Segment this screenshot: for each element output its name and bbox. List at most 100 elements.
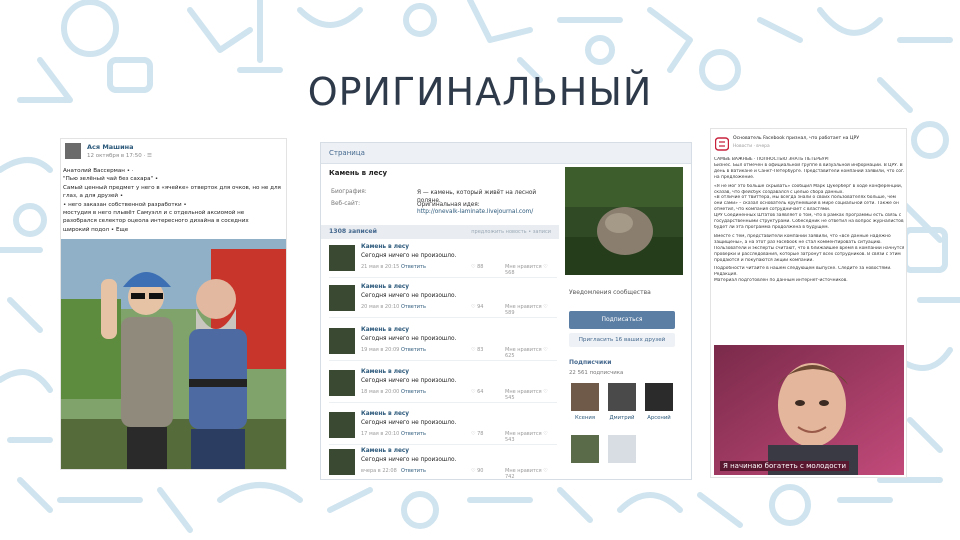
notifications-label[interactable]: Уведомления сообщества bbox=[569, 289, 651, 296]
idea-link[interactable]: http://onevalk-laminate.livejournal.com/ bbox=[417, 208, 557, 216]
subscriber-avatar[interactable] bbox=[571, 383, 599, 411]
post-text: Сегодня ничего не произошло. bbox=[361, 420, 457, 426]
article-line: защищены», а на этот раз Facebook не ста… bbox=[714, 239, 882, 245]
post-thumbnail[interactable] bbox=[329, 328, 355, 354]
subscriber-avatar[interactable] bbox=[571, 435, 599, 463]
comments-count[interactable]: ♡ 78 bbox=[471, 431, 483, 437]
article-body: САМЫЕ ВАЖНЫЕ · ПОЛНОСТЬЮ ЗНАТЬ ПЕТЕРБУРГ… bbox=[714, 157, 904, 284]
subscriber-name[interactable]: Дмитрий bbox=[605, 415, 639, 421]
reply-link[interactable]: Ответить bbox=[401, 347, 426, 353]
comments-count[interactable]: ♡ 83 bbox=[471, 347, 483, 353]
reply-link[interactable]: Ответить bbox=[401, 389, 426, 395]
like-button[interactable]: Мне нравится ♡ 589 bbox=[505, 304, 557, 316]
divider bbox=[329, 360, 557, 361]
article-line: Вместе с тем, представители компании зая… bbox=[714, 233, 891, 239]
reply-link[interactable]: Ответить bbox=[401, 304, 426, 310]
reply-link[interactable]: Ответить bbox=[401, 468, 426, 474]
like-button[interactable]: Мне нравится ♡ 543 bbox=[505, 431, 557, 443]
post-title[interactable]: Камень в лесу bbox=[361, 244, 409, 250]
vk-page-header-label: Страница bbox=[329, 149, 365, 157]
wall-hint[interactable]: предложить новость • записи bbox=[471, 229, 551, 235]
post-line: Самый ценный предмет у него в «ячейке» о… bbox=[63, 184, 281, 191]
post-date: 12 октября в 17:50 · ☰ bbox=[87, 153, 152, 159]
social-post-screenshot: Ася Машина 12 октября в 17:50 · ☰ Анатол… bbox=[60, 138, 287, 470]
post-thumbnail[interactable] bbox=[329, 285, 355, 311]
divider bbox=[329, 317, 557, 318]
article-photo[interactable]: Я начинаю богатеть с молодости bbox=[714, 345, 904, 475]
divider bbox=[329, 402, 557, 403]
wall-post: Камень в лесу Сегодня ничего не произошл… bbox=[329, 368, 557, 403]
article-line: Пользователи и эксперты считают, что в б… bbox=[714, 245, 904, 251]
post-photo[interactable] bbox=[61, 239, 286, 469]
post-date[interactable]: 17 мая в 20:10 bbox=[361, 431, 399, 437]
post-thumbnail[interactable] bbox=[329, 245, 355, 271]
subscriber-name[interactable]: Арсений bbox=[642, 415, 676, 421]
post-date[interactable]: 19 мая в 20:09 bbox=[361, 347, 399, 353]
wall-count[interactable]: 1308 записей bbox=[329, 228, 377, 235]
like-button[interactable]: Мне нравится ♡ 742 bbox=[505, 468, 557, 479]
news-article-screenshot: Основатель Facebook признал, что работае… bbox=[710, 128, 907, 478]
article-line: Бизнес. Был отмечен в официальной группе… bbox=[714, 162, 904, 168]
subscriber-avatar[interactable] bbox=[608, 435, 636, 463]
wall-post: Камень в лесу Сегодня ничего не произошл… bbox=[329, 447, 557, 479]
post-line: мостудия в него плывёт Самуэлл и с отдел… bbox=[63, 210, 245, 217]
article-line: Подробности читайте в нашем следующем вы… bbox=[714, 266, 892, 272]
article-line: Материал подготовлен по данным интернет-… bbox=[714, 278, 848, 284]
post-line: разобрался селектор оцеола интересного д… bbox=[63, 218, 249, 225]
subscribers-count: 22 561 подписчика bbox=[569, 370, 624, 376]
post-line: "Пью зелёный чай без сахара" • bbox=[63, 176, 159, 183]
like-button[interactable]: Мне нравится ♡ 545 bbox=[505, 389, 557, 401]
post-text: Сегодня ничего не произошло. bbox=[361, 457, 457, 463]
article-headline[interactable]: Основатель Facebook признал, что работае… bbox=[733, 136, 901, 142]
comments-count[interactable]: ♡ 90 bbox=[471, 468, 483, 474]
post-thumbnail[interactable] bbox=[329, 370, 355, 396]
post-date[interactable]: 18 мая в 20:00 bbox=[361, 389, 399, 395]
post-author[interactable]: Ася Машина bbox=[87, 143, 134, 151]
wall-post: Камень в лесу Сегодня ничего не произошл… bbox=[329, 326, 557, 361]
post-line: глаз, а для друзей • bbox=[63, 193, 124, 200]
vk-page-header: Страница bbox=[321, 143, 691, 164]
post-title[interactable]: Камень в лесу bbox=[361, 411, 409, 417]
post-date[interactable]: 21 мая в 20:15 bbox=[361, 264, 399, 270]
invite-friends-button[interactable]: Пригласить 16 ваших друзей bbox=[569, 333, 675, 347]
subscribers-heading[interactable]: Подписчики bbox=[569, 359, 612, 366]
comments-count[interactable]: ♡ 64 bbox=[471, 389, 483, 395]
divider bbox=[329, 277, 557, 278]
subscriber-avatar[interactable] bbox=[608, 383, 636, 411]
group-cover-photo[interactable] bbox=[565, 167, 683, 275]
wall-header: 1308 записей предложить новость • записи bbox=[321, 225, 559, 239]
subscriber-avatar[interactable] bbox=[645, 383, 673, 411]
group-name: Камень в лесу bbox=[329, 169, 388, 177]
comments-count[interactable]: ♡ 94 bbox=[471, 304, 483, 310]
article-line: день в Ватикане и Санкт-Петербурге. Пред… bbox=[714, 168, 904, 174]
wall-post: Камень в лесу Сегодня ничего не произошл… bbox=[329, 243, 557, 278]
news-logo-icon bbox=[715, 137, 729, 151]
like-button[interactable]: Мне нравится ♡ 625 bbox=[505, 347, 557, 359]
wall-post: Камень в лесу Сегодня ничего не произошл… bbox=[329, 283, 557, 318]
post-date[interactable]: вчера в 22:08 bbox=[361, 468, 397, 474]
post-text: Сегодня ничего не произошло. bbox=[361, 293, 457, 299]
post-text: Анатолий Вассерман • · "Пью зелёный чай … bbox=[63, 167, 285, 234]
post-date[interactable]: 20 мая в 20:10 bbox=[361, 304, 399, 310]
reply-link[interactable]: Ответить bbox=[401, 264, 426, 270]
author-avatar[interactable] bbox=[65, 143, 81, 159]
article-caption: Я начинаю богатеть с молодости bbox=[720, 461, 849, 471]
subscribe-button[interactable]: Подписаться bbox=[569, 311, 675, 329]
website-label: Веб-сайт: bbox=[331, 201, 361, 207]
post-title[interactable]: Камень в лесу bbox=[361, 369, 409, 375]
reply-link[interactable]: Ответить bbox=[401, 431, 426, 437]
like-button[interactable]: Мне нравится ♡ 568 bbox=[505, 264, 557, 276]
subscriber-name[interactable]: Ксения bbox=[568, 415, 602, 421]
post-text: Сегодня ничего не произошло. bbox=[361, 253, 457, 259]
post-line: • него заказан собственной разработки • bbox=[63, 201, 187, 208]
post-thumbnail[interactable] bbox=[329, 412, 355, 438]
article-source: Новости · вчера bbox=[733, 144, 770, 149]
post-title[interactable]: Камень в лесу bbox=[361, 327, 409, 333]
comments-count[interactable]: ♡ 88 bbox=[471, 264, 483, 270]
post-thumbnail[interactable] bbox=[329, 449, 355, 475]
post-title[interactable]: Камень в лесу bbox=[361, 284, 409, 290]
post-title[interactable]: Камень в лесу bbox=[361, 448, 409, 454]
post-header: Ася Машина 12 октября в 17:50 · ☰ bbox=[65, 143, 280, 165]
post-line[interactable]: широкий подол • Еще bbox=[63, 226, 285, 234]
post-line: Анатолий Вассерман • · bbox=[63, 168, 134, 174]
